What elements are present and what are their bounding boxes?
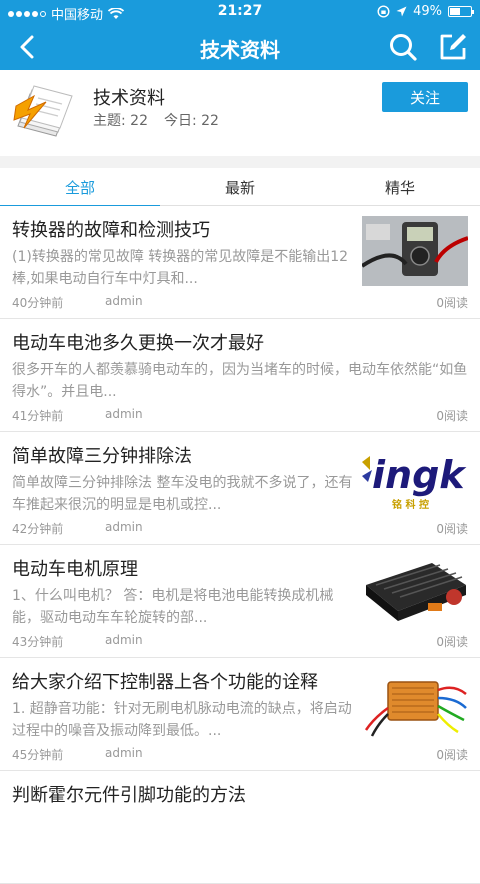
article-author: admin — [105, 746, 143, 760]
article-reads: 0阅读 — [436, 522, 468, 536]
today-count: 今日: 22 — [163, 113, 219, 129]
article-thumbnail — [362, 555, 468, 625]
topic-count: 主题: 22 — [93, 113, 148, 129]
forum-name: 技术资料 — [93, 88, 165, 109]
article-time: 43分钟前 — [12, 635, 64, 649]
article-reads: 0阅读 — [436, 748, 468, 762]
article-time: 41分钟前 — [12, 409, 64, 423]
forum-header: 技术资料 主题: 22 今日: 22 关注 — [0, 70, 480, 156]
article-reads: 0阅读 — [436, 409, 468, 423]
filter-tabs: 全部 最新 精华 — [0, 168, 480, 207]
article-item[interactable]: 转换器的故障和检测技巧 (1)转换器的常见故障 转换器的常见故障是不能输出12棒… — [0, 206, 480, 319]
nav-bar: 技术资料 — [0, 24, 480, 70]
tab-featured[interactable]: 精华 — [320, 168, 480, 206]
battery-icon — [448, 6, 474, 17]
article-title: 判断霍尔元件引脚功能的方法 — [12, 785, 246, 806]
article-time: 40分钟前 — [12, 296, 64, 310]
status-bar: 中国移动 21:27 49% — [0, 0, 480, 24]
article-thumbnail — [362, 216, 468, 286]
article-title: 转换器的故障和检测技巧 — [12, 220, 210, 241]
brand-logo-text: ingk — [372, 453, 467, 497]
tab-latest[interactable]: 最新 — [160, 168, 320, 206]
article-title: 电动车电机原理 — [12, 559, 138, 580]
brand-logo-subtext: 铭 科 控 — [392, 498, 429, 511]
article-summary: 很多开车的人都羡慕骑电动车的，因为当堵车的时候，电动车依然能“如鱼得水”。并且电… — [12, 362, 468, 400]
article-item[interactable]: 电动车电机原理 1、什么叫电机？ 答：电机是将电池电能转换成机械能，驱动电动车车… — [0, 545, 480, 658]
article-reads: 0阅读 — [436, 296, 468, 310]
battery-percent: 49% — [413, 4, 442, 19]
article-list: 转换器的故障和检测技巧 (1)转换器的常见故障 转换器的常见故障是不能输出12棒… — [0, 206, 480, 884]
article-summary: (1)转换器的常见故障 转换器的常见故障是不能输出12棒,如果电动自行车中灯具和… — [12, 249, 349, 287]
article-author: admin — [105, 294, 143, 308]
article-item[interactable]: 电动车电池多久更换一次才最好 很多开车的人都羡慕骑电动车的，因为当堵车的时候，电… — [0, 319, 480, 432]
article-title: 给大家介绍下控制器上各个功能的诠释 — [12, 672, 318, 693]
article-author: admin — [105, 520, 143, 534]
article-summary: 简单故障三分钟排除法 整车没电的我就不多说了，还有车推起来很沉的明显是电机或控.… — [12, 475, 353, 513]
article-item[interactable]: 简单故障三分钟排除法 简单故障三分钟排除法 整车没电的我就不多说了，还有车推起来… — [0, 432, 480, 545]
article-thumbnail — [362, 668, 468, 738]
tab-all[interactable]: 全部 — [0, 168, 160, 207]
article-summary: 1、什么叫电机？ 答：电机是将电池电能转换成机械能，驱动电动车车轮旋转的部... — [12, 588, 334, 626]
location-icon — [396, 6, 407, 17]
article-item[interactable]: 给大家介绍下控制器上各个功能的诠释 1. 超静音功能：针对无刷电机脉动电流的缺点… — [0, 658, 480, 771]
search-icon[interactable] — [388, 32, 418, 62]
rotation-lock-icon — [377, 5, 390, 18]
documents-logo-icon — [13, 85, 73, 137]
article-reads: 0阅读 — [436, 635, 468, 649]
follow-button[interactable]: 关注 — [382, 82, 468, 112]
article-item[interactable]: 判断霍尔元件引脚功能的方法 — [0, 771, 480, 884]
article-summary: 1. 超静音功能：针对无刷电机脉动电流的缺点，将启动过程中的噪音及振动降到最低。… — [12, 701, 352, 739]
article-thumbnail: ingk 铭 科 控 — [362, 442, 468, 512]
compose-icon[interactable] — [438, 32, 468, 62]
article-time: 45分钟前 — [12, 748, 64, 762]
article-author: admin — [105, 407, 143, 421]
article-title: 电动车电池多久更换一次才最好 — [12, 333, 264, 354]
article-title: 简单故障三分钟排除法 — [12, 446, 192, 467]
article-time: 42分钟前 — [12, 522, 64, 536]
article-author: admin — [105, 633, 143, 647]
